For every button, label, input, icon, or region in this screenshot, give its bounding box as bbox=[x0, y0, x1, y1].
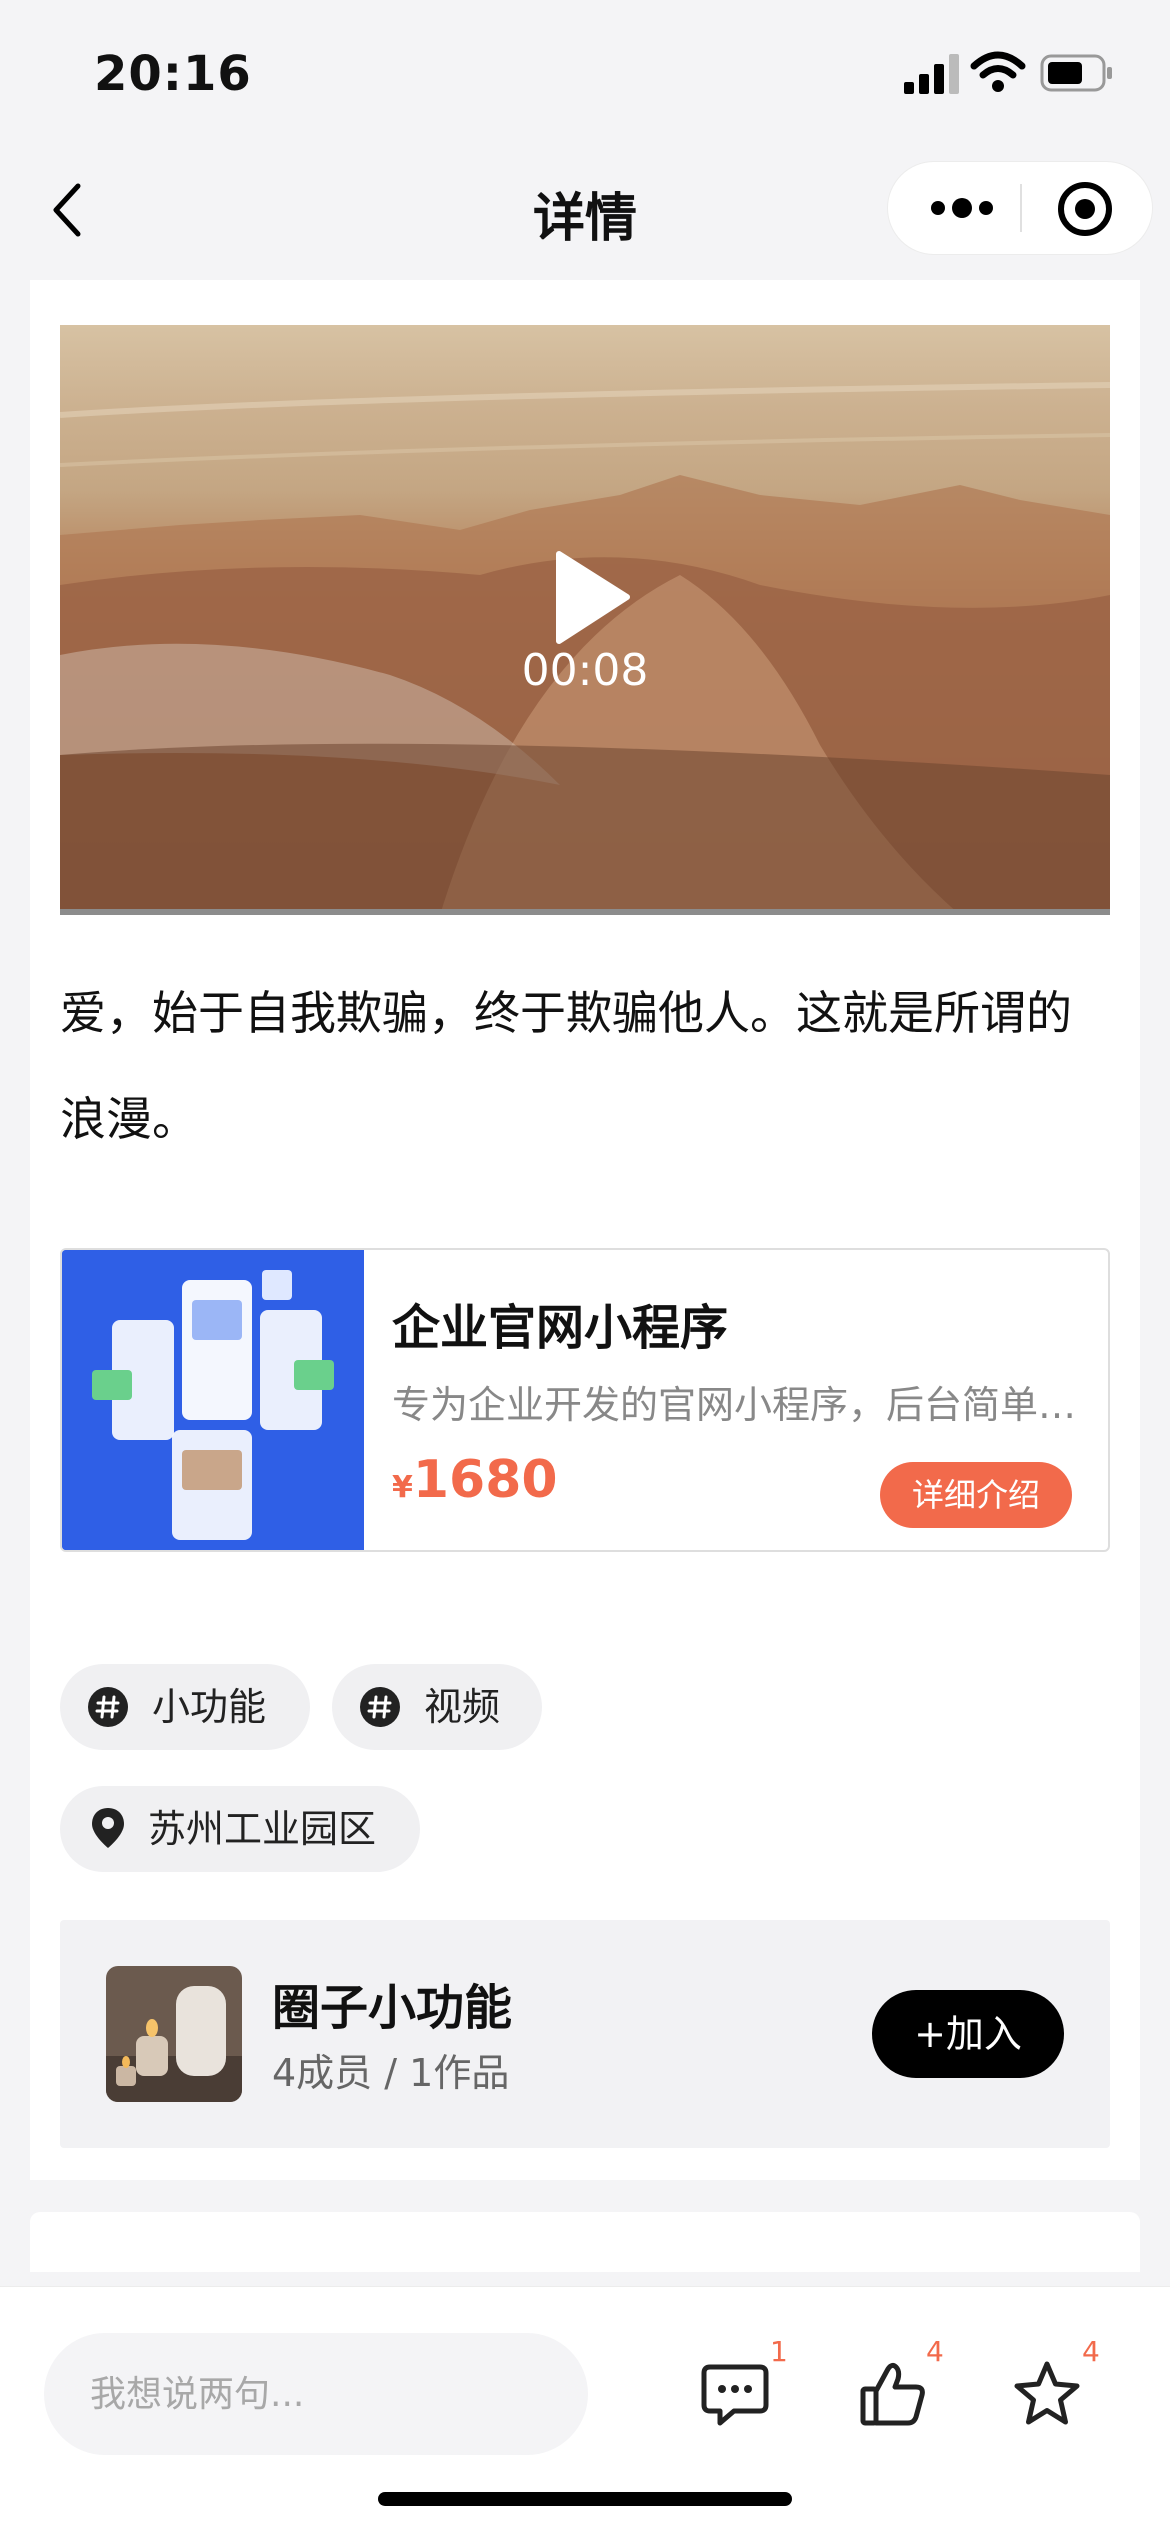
location-pin-icon bbox=[92, 1808, 124, 1848]
more-icon[interactable] bbox=[922, 190, 1002, 226]
favorite-count: 4 bbox=[1082, 2335, 1100, 2368]
product-title: 企业官网小程序 bbox=[392, 1300, 729, 1356]
home-indicator bbox=[378, 2492, 792, 2506]
tag-label: 小功能 bbox=[152, 1685, 267, 1729]
like-count: 4 bbox=[926, 2335, 944, 2368]
status-bar: 20:16 bbox=[0, 0, 1170, 150]
circle-meta: 4成员 / 1作品 bbox=[272, 2051, 510, 2095]
product-card[interactable]: 企业官网小程序 专为企业开发的官网小程序，后台简单… ¥1680 详细介绍 bbox=[60, 1248, 1110, 1552]
close-mini-program-icon[interactable] bbox=[1056, 180, 1114, 238]
location-chip[interactable]: 苏州工业园区 bbox=[60, 1786, 420, 1872]
product-thumbnail bbox=[62, 1250, 364, 1550]
battery-icon bbox=[1040, 54, 1112, 92]
hashtag-icon bbox=[360, 1687, 400, 1727]
mini-program-capsule bbox=[888, 162, 1152, 254]
like-button[interactable]: 4 bbox=[832, 2335, 952, 2459]
join-button[interactable]: +加入 bbox=[872, 1990, 1064, 2078]
star-icon bbox=[1014, 2361, 1080, 2425]
status-time: 20:16 bbox=[94, 46, 252, 102]
price-currency: ¥ bbox=[392, 1470, 413, 1505]
post-text: 爱，始于自我欺骗，终于欺骗他人。这就是所谓的浪漫。 bbox=[60, 986, 1072, 1146]
comment-icon bbox=[701, 2364, 769, 2426]
comment-button[interactable]: 1 bbox=[674, 2335, 794, 2459]
comment-input[interactable] bbox=[44, 2333, 588, 2455]
tag-chip[interactable]: 小功能 bbox=[60, 1664, 310, 1750]
nav-bar: 详情 bbox=[0, 150, 1170, 265]
tag-label: 视频 bbox=[424, 1685, 501, 1729]
video-progress-bar[interactable] bbox=[60, 909, 1110, 915]
video-player[interactable]: 00:08 bbox=[60, 325, 1110, 915]
thumbs-up-icon bbox=[860, 2362, 925, 2426]
product-description: 专为企业开发的官网小程序，后台简单… bbox=[392, 1383, 1077, 1427]
wifi-icon bbox=[970, 51, 1026, 92]
tag-chip[interactable]: 视频 bbox=[332, 1664, 542, 1750]
comment-count: 1 bbox=[770, 2335, 788, 2368]
play-icon[interactable] bbox=[553, 550, 633, 645]
price-value: 1680 bbox=[412, 1450, 558, 1510]
location-label: 苏州工业园区 bbox=[148, 1807, 377, 1851]
circle-card[interactable]: 圈子小功能 4成员 / 1作品 +加入 bbox=[60, 1920, 1110, 2148]
detail-button[interactable]: 详细介绍 bbox=[880, 1462, 1072, 1528]
circle-name: 圈子小功能 bbox=[272, 1980, 513, 2036]
signal-icon bbox=[904, 54, 959, 94]
circle-avatar bbox=[106, 1966, 242, 2102]
capsule-divider bbox=[1020, 184, 1022, 232]
favorite-button[interactable]: 4 bbox=[986, 2335, 1106, 2459]
post-card: 00:08 爱，始于自我欺骗，终于欺骗他人。这就是所谓的浪漫。 企业官网小程序 … bbox=[30, 280, 1140, 2180]
video-duration: 00:08 bbox=[521, 645, 649, 696]
product-price: ¥1680 bbox=[392, 1450, 558, 1510]
hashtag-icon bbox=[88, 1687, 128, 1727]
next-card bbox=[30, 2212, 1140, 2272]
